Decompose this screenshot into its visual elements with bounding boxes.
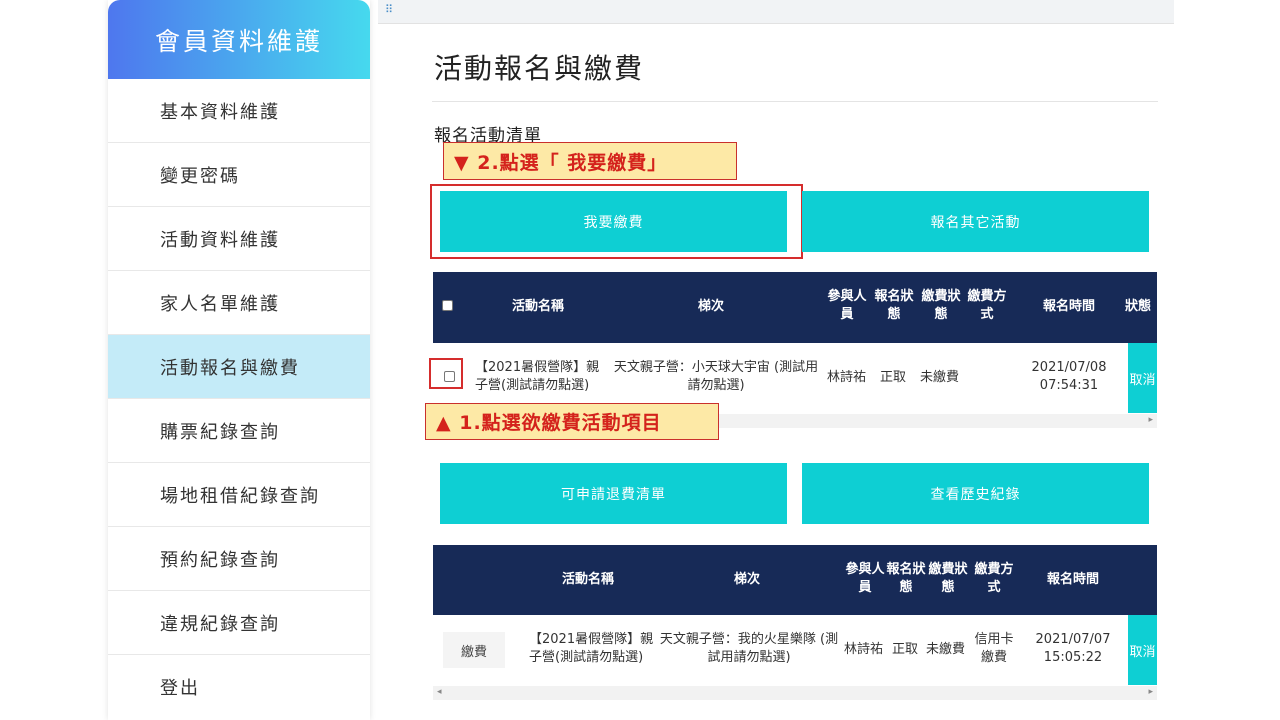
col-pay-method: 繳費方式 — [974, 562, 1014, 595]
scroll-right-icon[interactable]: ▸ — [1148, 415, 1153, 425]
row-session: 天文親子營：我的火星樂隊 (測 試用請勿點選) — [659, 632, 839, 665]
row-participant: 林詩祐 — [827, 370, 867, 385]
col-reg-time: 報名時間 — [1042, 299, 1095, 314]
select-all-checkbox[interactable] — [442, 300, 453, 311]
registration-table-header: 活動名稱 梯次 參與人員 報名狀態 繳費狀態 繳費方式 報名時間 狀態 — [433, 272, 1157, 343]
row-participant: 林詩祐 — [844, 642, 884, 657]
row-activity-name: 【2021暑假營隊】親 子營(測試請勿點選) — [475, 360, 600, 393]
col-participant: 參與人員 — [845, 562, 885, 595]
table-row: 繳費 【2021暑假營隊】親 子營(測試請勿點選) 天文親子營：我的火星樂隊 (測… — [433, 615, 1157, 685]
col-status: 狀態 — [1125, 299, 1152, 314]
table2-scrollbar[interactable]: ◂ ▸ — [433, 686, 1157, 700]
row-checkbox-highlight — [429, 358, 463, 389]
cancel-button[interactable]: 取消 — [1128, 615, 1157, 685]
row-reg-time: 2021/07/08 07:54:31 — [1031, 360, 1107, 393]
row-reg-status: 正取 — [880, 370, 907, 385]
sidebar-item-change-password[interactable]: 變更密碼 — [108, 143, 370, 207]
col-activity-name: 活動名稱 — [511, 299, 564, 314]
col-participant: 參與人員 — [827, 289, 867, 322]
grip-icon[interactable]: ⠿ — [385, 3, 393, 16]
row-reg-time: 2021/07/07 15:05:22 — [1035, 632, 1111, 665]
col-session: 梯次 — [697, 299, 724, 314]
top-bar: ⠿ — [378, 0, 1174, 24]
title-divider — [432, 101, 1158, 102]
row-session: 天文親子營：小天球大宇宙 (測試用 請勿點選) — [613, 360, 819, 393]
row-pay-button[interactable]: 繳費 — [443, 632, 505, 668]
annotation-step1: ▲ 1.點選欲繳費活動項目 — [425, 403, 719, 440]
sidebar-item-reservations[interactable]: 預約紀錄查詢 — [108, 527, 370, 591]
col-pay-status: 繳費狀態 — [928, 562, 968, 595]
history-table-header: 活動名稱 梯次 參與人員 報名狀態 繳費狀態 繳費方式 報名時間 — [433, 545, 1157, 615]
sidebar-item-family-list[interactable]: 家人名單維護 — [108, 271, 370, 335]
row-pay-status: 未繳費 — [926, 642, 966, 657]
col-reg-status: 報名狀態 — [886, 562, 926, 595]
sidebar-item-violations[interactable]: 違規紀錄查詢 — [108, 591, 370, 655]
sidebar: 會員資料維護 基本資料維護 變更密碼 活動資料維護 家人名單維護 活動報名與繳費… — [108, 0, 370, 720]
sidebar-item-activity-data[interactable]: 活動資料維護 — [108, 207, 370, 271]
col-session: 梯次 — [733, 572, 760, 587]
row-reg-status: 正取 — [892, 642, 919, 657]
col-activity-name: 活動名稱 — [561, 572, 614, 587]
annotation-step2: ▼ 2.點選「 我要繳費」 — [443, 142, 737, 180]
row-pay-status: 未繳費 — [920, 370, 960, 385]
page-title: 活動報名與繳費 — [434, 52, 645, 85]
row-activity-name: 【2021暑假營隊】親 子營(測試請勿點選) — [529, 632, 654, 665]
register-other-button[interactable]: 報名其它活動 — [802, 191, 1149, 252]
col-reg-status: 報名狀態 — [874, 289, 914, 322]
row-pay-method: 信用卡 繳費 — [974, 632, 1014, 665]
history-button[interactable]: 查看歷史紀錄 — [802, 463, 1149, 524]
sidebar-item-venue-rental[interactable]: 場地租借紀錄查詢 — [108, 463, 370, 527]
refund-list-button[interactable]: 可申請退費清單 — [440, 463, 787, 524]
pay-button[interactable]: 我要繳費 — [440, 191, 787, 252]
scroll-right-icon[interactable]: ▸ — [1148, 687, 1153, 697]
sidebar-item-activity-registration[interactable]: 活動報名與繳費 — [108, 335, 370, 399]
sidebar-item-basic-info[interactable]: 基本資料維護 — [108, 79, 370, 143]
cancel-button[interactable]: 取消 — [1128, 343, 1157, 413]
sidebar-title: 會員資料維護 — [108, 0, 370, 79]
col-pay-status: 繳費狀態 — [921, 289, 961, 322]
col-reg-time: 報名時間 — [1046, 572, 1099, 587]
scroll-left-icon[interactable]: ◂ — [437, 687, 442, 697]
col-pay-method: 繳費方式 — [967, 289, 1007, 322]
sidebar-item-logout[interactable]: 登出 — [108, 655, 370, 719]
sidebar-item-ticket-records[interactable]: 購票紀錄查詢 — [108, 399, 370, 463]
